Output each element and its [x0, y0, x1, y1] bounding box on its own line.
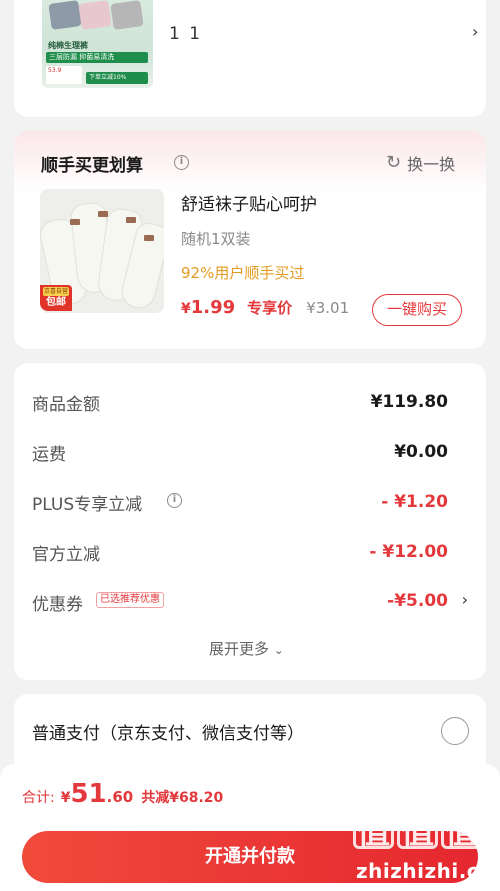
info-icon[interactable]: i	[174, 155, 189, 170]
price-symbol: ¥	[181, 301, 191, 317]
item-quantity: 1 1	[169, 24, 203, 44]
total-integer: 51	[70, 779, 107, 809]
refresh-icon: ↻	[386, 152, 402, 173]
expand-more-label: 展开更多	[209, 640, 270, 658]
sock-product-image[interactable]: 京喜自营 包邮	[40, 189, 164, 313]
recommend-ratio: 92%用户顺手买过	[181, 264, 305, 282]
thumb-price: 53.9	[46, 66, 82, 84]
addon-recommend-card: 顺手买更划算 i ↻ 换一换 京喜自营 包邮 舒适袜子贴心呵护 随机1双装 92…	[14, 131, 486, 349]
thumb-banner: 三层防漏 抑菌易清洗	[46, 52, 148, 63]
plus-discount-label: PLUS专享立减	[32, 495, 143, 515]
original-price: ¥3.01	[306, 299, 350, 317]
thumb-tag: 下单立减10%	[86, 72, 148, 84]
recommend-price-row: ¥ 1.99 专享价 ¥3.01	[181, 297, 349, 318]
recommend-spec: 随机1双装	[181, 230, 251, 248]
swap-button[interactable]: ↻ 换一换	[386, 151, 455, 175]
payment-method-label: 普通支付（京东支付、微信支付等）	[32, 724, 304, 744]
price-tag: 专享价	[247, 299, 293, 317]
swap-label: 换一换	[407, 155, 456, 174]
chevron-down-icon: ⌄	[273, 643, 284, 657]
recommend-price: 1.99	[190, 297, 236, 318]
chevron-right-icon[interactable]: ›	[462, 590, 468, 609]
cart-item-card[interactable]: 纯棉生理裤 三层防漏 抑菌易清洗 53.9 下单立减10% 1 1 ›	[14, 0, 486, 117]
price-summary-card: 商品金额 ¥119.80 运费 ¥0.00 PLUS专享立减 i - ¥1.20…	[14, 363, 486, 680]
recommend-title: 顺手买更划算	[41, 156, 143, 176]
one-click-buy-button[interactable]: 一键购买	[372, 294, 462, 326]
total-label: 合计:	[22, 790, 55, 806]
product-thumbnail[interactable]: 纯棉生理裤 三层防漏 抑菌易清洗 53.9 下单立减10%	[42, 0, 153, 88]
chevron-right-icon[interactable]: ›	[472, 22, 478, 41]
shipping-label: 运费	[32, 445, 66, 465]
product-pads-image	[48, 0, 148, 38]
coupon-value[interactable]: -¥5.00	[387, 591, 448, 611]
expand-more-button[interactable]: 展开更多 ⌄	[209, 638, 284, 659]
recommend-product-name[interactable]: 舒适袜子贴心呵护	[181, 190, 317, 215]
watermark-site: zhizhizhi.com	[356, 859, 500, 883]
coupon-recommend-tag: 已选推荐优惠	[96, 592, 164, 608]
thumb-title: 纯棉生理裤	[48, 41, 88, 50]
goods-amount-value: ¥119.80	[370, 392, 448, 412]
total-row: 合计: ¥ 51 .60 共减¥68.20	[22, 779, 223, 809]
info-icon[interactable]: i	[167, 493, 182, 508]
radio-icon[interactable]	[441, 717, 469, 745]
free-shipping-badge: 京喜自营 包邮	[40, 285, 72, 311]
total-symbol: ¥	[60, 790, 71, 806]
coupon-label[interactable]: 优惠券	[32, 590, 83, 615]
shipping-value: ¥0.00	[394, 442, 448, 462]
total-decimal: .60	[106, 788, 134, 806]
official-discount-label: 官方立减	[32, 545, 100, 565]
plus-discount-value: - ¥1.20	[381, 492, 448, 512]
saved-amount: 共减¥68.20	[141, 790, 224, 806]
watermark-logo: 值 值 值	[353, 808, 482, 851]
official-discount-value: - ¥12.00	[369, 542, 448, 562]
goods-amount-label: 商品金额	[32, 395, 100, 415]
